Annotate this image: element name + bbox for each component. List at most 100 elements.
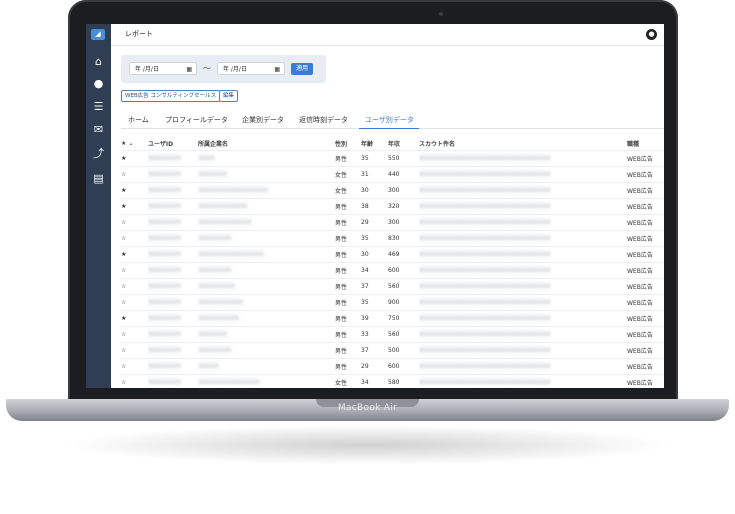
age-cell: 39	[361, 310, 388, 327]
edit-tag-button[interactable]: 編集	[219, 90, 239, 102]
scout-subject-cell: XXXXXXXXXXXXXXXXXXXXXXXXXXXXXXXX	[419, 198, 627, 215]
company-cell: XXXXXXXXXXXXXXXX	[198, 246, 335, 263]
user-id-cell: XXXXXXXX	[148, 182, 198, 199]
star-toggle-icon[interactable]: ★	[121, 198, 148, 215]
tab-user-data[interactable]: ユーザ別データ	[365, 115, 414, 125]
scout-subject-cell: XXXXXXXXXXXXXXXXXXXXXXXXXXXXXXXX	[419, 310, 627, 327]
end-date-input[interactable]: 年 /月/日 ▦	[217, 62, 285, 75]
table-row[interactable]: ☆ XXXXXXXX XXXXXXX 男性 33 560 XXXXXXXXXXXXXXXXX…	[121, 326, 664, 343]
table-row[interactable]: ☆ XXXXXXXX XXXXXXXX 男性 34 600 XXXXXXXXXXXXXXXX…	[121, 262, 664, 279]
income-cell: 600	[388, 262, 419, 279]
company-cell: XXXXXXXXXXX	[198, 294, 335, 311]
scout-subject-cell: XXXXXXXXXXXXXXXXXXXXXXXXXXXXXXXX	[419, 246, 627, 263]
star-toggle-icon[interactable]: ☆	[121, 294, 148, 311]
income-cell: 440	[388, 166, 419, 183]
age-cell: 30	[361, 182, 388, 199]
income-cell: 560	[388, 278, 419, 295]
age-cell: 29	[361, 214, 388, 231]
job-type-cell: WEB広告	[627, 326, 664, 343]
job-type-cell: WEB広告	[627, 230, 664, 247]
job-type-cell: WEB広告	[627, 150, 664, 167]
table-header-row: ★ ⌄ ユーザID 所属企業名 性別 年齢 年収 スカウト件名 職種	[121, 136, 664, 151]
user-account-icon[interactable]: ●	[646, 29, 657, 40]
table-row[interactable]: ☆ XXXXXXXX XXXXXXXXX 男性 37 560 XXXXXXXXXXXXXXX…	[121, 278, 664, 295]
star-toggle-icon[interactable]: ☆	[121, 374, 148, 388]
apply-button[interactable]: 適用	[291, 63, 313, 75]
calendar-icon[interactable]: ▦	[186, 63, 192, 76]
star-toggle-icon[interactable]: ☆	[121, 166, 148, 183]
column-header-user-id[interactable]: ユーザID	[148, 136, 198, 151]
income-cell: 830	[388, 230, 419, 247]
tab-profile-data[interactable]: プロフィールデータ	[165, 115, 228, 125]
column-header-age[interactable]: 年齢	[361, 136, 388, 151]
column-header-star[interactable]: ★ ⌄	[121, 136, 148, 151]
gender-cell: 男性	[335, 294, 361, 311]
user-id-cell: XXXXXXXX	[148, 278, 198, 295]
company-cell: XXXXXXXXX	[198, 278, 335, 295]
star-toggle-icon[interactable]: ☆	[121, 214, 148, 231]
table-row[interactable]: ☆ XXXXXXXX XXXXXXXX 男性 35 830 XXXXXXXXXXXXXXXX…	[121, 230, 664, 247]
company-cell: XXXXXXXXXX	[198, 310, 335, 327]
tab-reply-time-data[interactable]: 返信時刻データ	[299, 115, 348, 125]
table-row[interactable]: ☆ XXXXXXXX XXXXXXX 女性 31 440 XXXXXXXXXXXXXXXXX…	[121, 166, 664, 183]
age-cell: 37	[361, 342, 388, 359]
income-cell: 320	[388, 198, 419, 215]
job-type-cell: WEB広告	[627, 374, 664, 388]
income-cell: 580	[388, 374, 419, 388]
table-row[interactable]: ☆ XXXXXXXX XXXXXXXX 男性 37 500 XXXXXXXXXXXXXXXX…	[121, 342, 664, 359]
job-type-cell: WEB広告	[627, 182, 664, 199]
star-toggle-icon[interactable]: ☆	[121, 278, 148, 295]
user-id-cell: XXXXXXXX	[148, 342, 198, 359]
star-toggle-icon[interactable]: ★	[121, 246, 148, 263]
mail-icon[interactable]: ✉	[90, 123, 107, 137]
column-header-scout-subject[interactable]: スカウト件名	[419, 136, 627, 151]
date-range-separator: 〜	[203, 64, 211, 73]
gender-cell: 女性	[335, 166, 361, 183]
star-toggle-icon[interactable]: ★	[121, 150, 148, 167]
date-filter-panel: 年 /月/日 ▦ 〜 年 /月/日 ▦ 適用	[121, 55, 326, 83]
star-toggle-icon[interactable]: ☆	[121, 262, 148, 279]
table-row[interactable]: ★ XXXXXXXX XXXXXXXXXXXXXXXXX 女性 30 300 XXXXXXX…	[121, 182, 664, 199]
table-row[interactable]: ☆ XXXXXXXX XXXXX 男性 29 600 XXXXXXXXXXXXXXXXXXX…	[121, 358, 664, 375]
chart-line-icon[interactable]: ⤴	[90, 147, 107, 161]
tab-company-data[interactable]: 企業別データ	[242, 115, 284, 125]
home-icon[interactable]: ⌂	[90, 55, 107, 69]
column-header-income[interactable]: 年収	[388, 136, 419, 151]
star-toggle-icon[interactable]: ☆	[121, 230, 148, 247]
app-logo-icon[interactable]: ◢	[91, 29, 105, 40]
star-toggle-icon[interactable]: ★	[121, 310, 148, 327]
job-filter-tag[interactable]: WEB広告 コンサルティングセールス	[121, 90, 221, 102]
sidebar: ◢ ⌂ ● ☰ ✉ ⤴ ▤	[86, 24, 111, 388]
star-toggle-icon[interactable]: ☆	[121, 326, 148, 343]
table-row[interactable]: ☆ XXXXXXXX XXXXXXXXXXXXXXX 女性 34 580 XXXXXXXXX…	[121, 374, 664, 388]
income-cell: 550	[388, 150, 419, 167]
start-date-input[interactable]: 年 /月/日 ▦	[129, 62, 197, 75]
job-type-cell: WEB広告	[627, 310, 664, 327]
calendar-icon[interactable]: ▦	[274, 63, 280, 76]
user-id-cell: XXXXXXXX	[148, 214, 198, 231]
gender-cell: 男性	[335, 262, 361, 279]
report-icon[interactable]: ▤	[90, 172, 107, 186]
app-screen: ◢ ⌂ ● ☰ ✉ ⤴ ▤ レポート ● 年 /月/日 ▦ 〜 年 /月/日 ▦…	[86, 24, 664, 388]
star-toggle-icon[interactable]: ★	[121, 182, 148, 199]
users-icon[interactable]: ●	[90, 77, 107, 91]
column-header-company[interactable]: 所属企業名	[198, 136, 335, 151]
company-cell: XXXX	[198, 150, 335, 167]
star-toggle-icon[interactable]: ☆	[121, 342, 148, 359]
table-row[interactable]: ★ XXXXXXXX XXXX 男性 35 550 XXXXXXXXXXXXXXXXXXXX…	[121, 150, 664, 167]
column-header-gender[interactable]: 性別	[335, 136, 361, 151]
table-row[interactable]: ★ XXXXXXXX XXXXXXXXXX 男性 39 750 XXXXXXXXXXXXXX…	[121, 310, 664, 327]
list-icon[interactable]: ☰	[90, 100, 107, 114]
scout-subject-cell: XXXXXXXXXXXXXXXXXXXXXXXXXXXXXXXX	[419, 374, 627, 388]
table-row[interactable]: ★ XXXXXXXX XXXXXXXXXXXX 男性 38 320 XXXXXXXXXXXX…	[121, 198, 664, 215]
user-id-cell: XXXXXXXX	[148, 246, 198, 263]
table-row[interactable]: ☆ XXXXXXXX XXXXXXXXXXXXX 男性 29 300 XXXXXXXXXXX…	[121, 214, 664, 231]
table-row[interactable]: ☆ XXXXXXXX XXXXXXXXXXX 男性 35 900 XXXXXXXXXXXXX…	[121, 294, 664, 311]
star-toggle-icon[interactable]: ☆	[121, 358, 148, 375]
job-type-cell: WEB広告	[627, 294, 664, 311]
company-cell: XXXXXXXX	[198, 262, 335, 279]
table-row[interactable]: ★ XXXXXXXX XXXXXXXXXXXXXXXX 男性 30 469 XXXXXXXX…	[121, 246, 664, 263]
tab-home[interactable]: ホーム	[128, 115, 149, 125]
column-header-job-type[interactable]: 職種	[627, 136, 664, 151]
scout-subject-cell: XXXXXXXXXXXXXXXXXXXXXXXXXXXXXXXX	[419, 182, 627, 199]
